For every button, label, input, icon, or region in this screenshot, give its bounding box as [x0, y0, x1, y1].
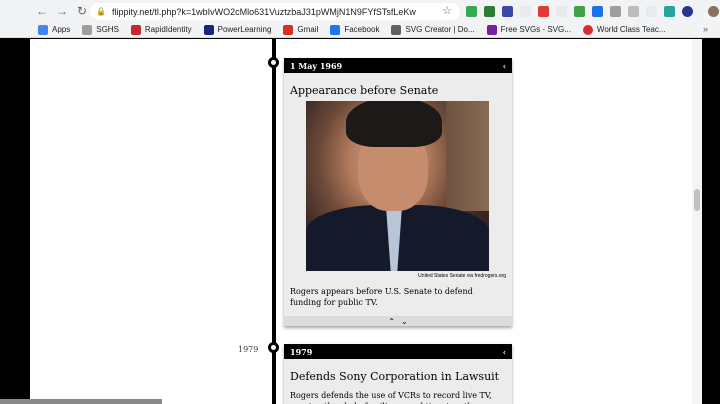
facebook-icon: [330, 24, 341, 35]
browser-chrome: ← → ↻ 🔒 flippity.net/tl.php?k=1wbIvWO2cM…: [0, 0, 720, 38]
bookmark-star-icon[interactable]: ☆: [442, 4, 452, 17]
event-title: Defends Sony Corporation in Lawsuit: [290, 370, 500, 383]
extension-icon[interactable]: [664, 5, 675, 17]
drive-extension-icon[interactable]: [466, 5, 477, 17]
address-bar-row: ← → ↻ 🔒 flippity.net/tl.php?k=1wbIvWO2cM…: [0, 0, 720, 22]
sheets-extension-icon[interactable]: [484, 5, 495, 17]
timeline-page: 1 May 1969 ‹ Appearance before Senate Un…: [30, 39, 692, 404]
gmail-icon: [283, 24, 294, 35]
extension-icon[interactable]: [556, 5, 567, 17]
extension-icon[interactable]: [502, 5, 513, 17]
event-photo: [306, 101, 489, 271]
extension-icon[interactable]: [646, 5, 657, 17]
event-date: 1 May 1969: [290, 60, 343, 71]
apps-grid-icon: [38, 24, 48, 35]
event-date: 1979: [290, 346, 313, 357]
event-title: Appearance before Senate: [290, 84, 439, 97]
powerlearning-icon: [203, 24, 214, 35]
chevron-up-icon[interactable]: ⌃: [388, 317, 395, 326]
url-input[interactable]: 🔒 flippity.net/tl.php?k=1wbIvWO2cMlo631V…: [90, 3, 460, 20]
bookmark-world-class[interactable]: World Class Teac...: [582, 24, 666, 35]
bookmark-facebook[interactable]: Facebook: [330, 24, 379, 35]
profile-avatar-icon[interactable]: [708, 5, 719, 17]
forward-arrow-icon[interactable]: →: [54, 3, 70, 19]
collapse-chevron-icon[interactable]: ‹: [503, 61, 506, 71]
back-arrow-icon[interactable]: ←: [34, 3, 50, 19]
page-icon: [582, 24, 593, 35]
rapididentity-icon: [130, 24, 141, 35]
horizontal-scrollbar[interactable]: [0, 399, 162, 404]
extension-icon[interactable]: [520, 5, 531, 17]
event-description: Rogers appears before U.S. Senate to def…: [290, 287, 473, 307]
event-card: 1979 ‹ Defends Sony Corporation in Lawsu…: [284, 344, 512, 404]
extensions-bar: ⋮: [466, 5, 720, 17]
lock-icon: 🔒: [96, 7, 106, 16]
extension-icon[interactable]: [610, 5, 621, 17]
reload-icon[interactable]: ↻: [74, 3, 90, 19]
extension-icon[interactable]: [538, 5, 549, 17]
page-icon: [82, 24, 93, 35]
bookmark-free-svgs[interactable]: Free SVGs - SVG...: [486, 24, 571, 35]
extension-icon[interactable]: [628, 5, 639, 17]
timeline-node[interactable]: [268, 57, 279, 68]
timeline-node[interactable]: [268, 342, 279, 353]
page-icon: [486, 24, 497, 35]
card-footer: ⌃ ⌄: [284, 316, 512, 326]
bookmark-powerlearning[interactable]: PowerLearning: [203, 24, 271, 35]
year-marker: 1979: [238, 345, 259, 354]
bookmark-gmail[interactable]: Gmail: [283, 24, 318, 35]
extension-icon[interactable]: [682, 5, 693, 17]
event-card: 1 May 1969 ‹ Appearance before Senate Un…: [284, 58, 512, 326]
bookmark-svg-creator[interactable]: SVG Creator | Do...: [391, 24, 475, 35]
event-description: Rogers defends the use of VCRs to record…: [290, 391, 492, 404]
collapse-chevron-icon[interactable]: ‹: [503, 347, 506, 357]
event-header[interactable]: 1 May 1969 ‹: [284, 58, 512, 73]
extension-icon[interactable]: [592, 5, 603, 17]
bookmark-rapididentity[interactable]: RapidIdentity: [130, 24, 192, 35]
scrollbar-thumb[interactable]: [694, 189, 700, 211]
scrollbar[interactable]: [692, 39, 702, 404]
bookmark-apps[interactable]: Apps: [38, 24, 70, 35]
page-icon: [391, 24, 402, 35]
more-bookmarks-icon[interactable]: »: [703, 24, 708, 34]
bookmarks-bar: Apps SGHS RapidIdentity PowerLearning Gm…: [0, 22, 720, 38]
chevron-down-icon[interactable]: ⌄: [401, 317, 408, 326]
image-credit: United States Senate via fredrogers.org: [418, 273, 506, 279]
url-text: flippity.net/tl.php?k=1wbIvWO2cMlo631Vuz…: [111, 6, 416, 17]
bookmark-sghs[interactable]: SGHS: [82, 24, 119, 35]
extension-icon[interactable]: [574, 5, 585, 17]
event-header[interactable]: 1979 ‹: [284, 344, 512, 359]
